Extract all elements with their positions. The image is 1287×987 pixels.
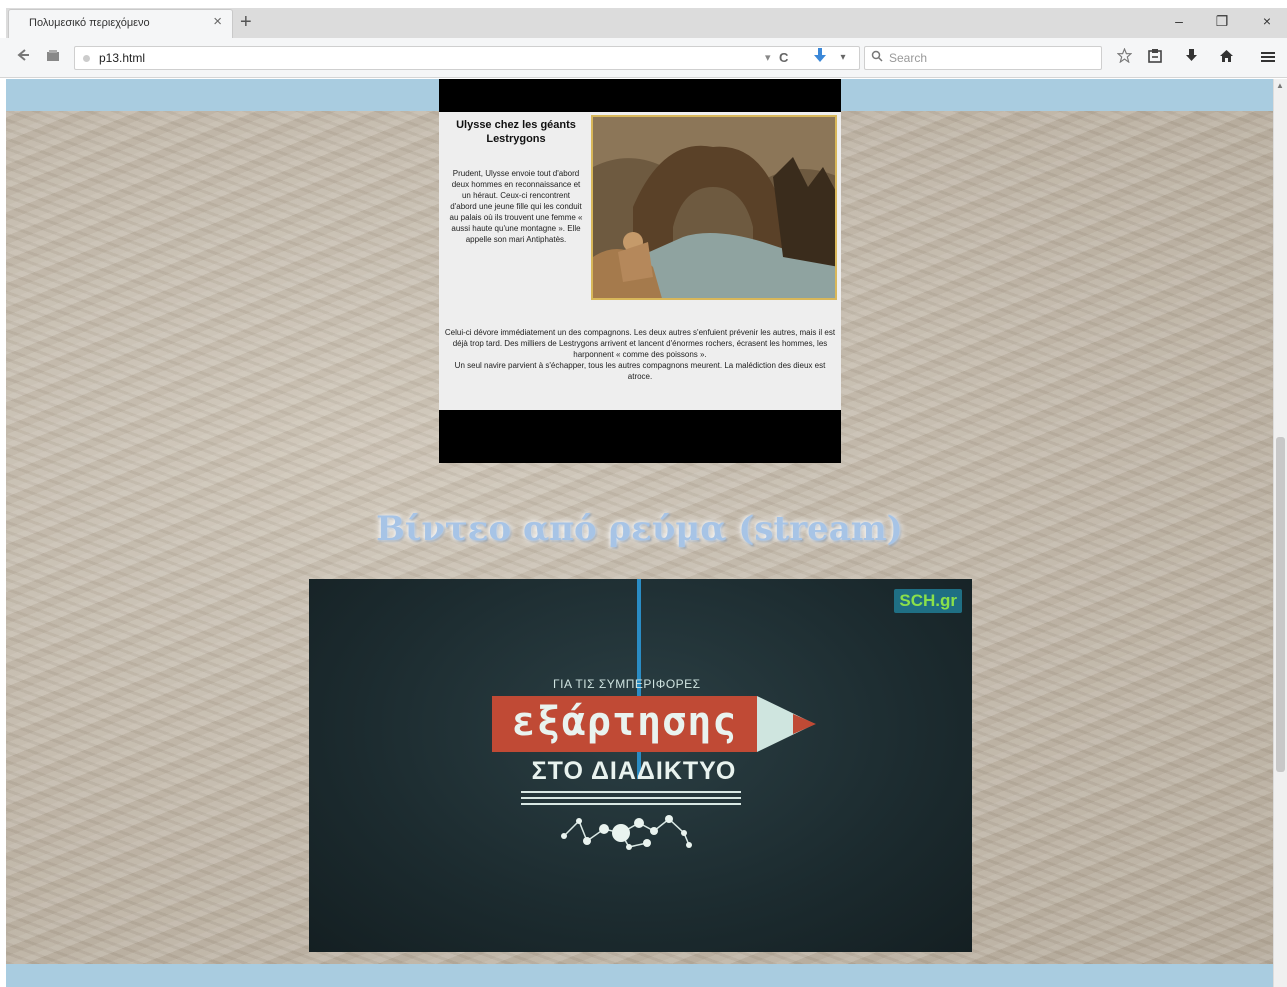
video-headline: εξάρτησης [511,699,738,745]
painting-image [591,115,837,300]
page-icon[interactable] [42,47,64,69]
tab-close-icon[interactable]: × [213,13,222,30]
divider-line [521,791,741,793]
video-kicker-text: ΓΙΑ ΤΙΣ ΣΥΜΠΕΡΙΦΟΡΕΣ [553,677,701,691]
search-bar[interactable] [864,46,1102,70]
article-title: Ulysse chez les géants Lestrygons [456,119,576,145]
maximize-icon[interactable]: ❐ [1207,10,1237,32]
tab-active[interactable]: Πολυμεσικό περιεχόμενο × [8,9,233,38]
reload-icon[interactable]: C [779,50,788,65]
library-icon[interactable] [1144,47,1166,69]
tab-title: Πολυμεσικό περιεχόμενο [29,17,150,29]
new-tab-icon[interactable]: + [240,12,252,32]
pocket-icon[interactable] [810,47,830,69]
scroll-up-icon[interactable]: ▲ [1276,81,1284,90]
pocket-dropdown-icon[interactable]: ▾ [836,47,850,69]
navigation-bar: p13.html ▾ C ▾ [0,38,1287,78]
bookmark-star-icon[interactable] [1113,47,1135,69]
minimize-icon[interactable]: – [1164,10,1194,32]
scroll-thumb[interactable] [1276,437,1285,772]
site-info-icon[interactable] [83,55,90,62]
tab-bar: Πολυμεσικό περιεχόμενο × + – ❐ × [0,0,1287,40]
url-text: p13.html [99,51,146,65]
menu-icon[interactable] [1257,47,1279,69]
divider-line [521,797,741,799]
video-player[interactable]: SCH.gr ΓΙΑ ΤΙΣ ΣΥΜΠΕΡΙΦΟΡΕΣ εξάρτησης ΣΤ… [309,579,972,952]
search-input[interactable] [889,49,1089,67]
url-dropdown-icon[interactable]: ▾ [765,51,771,64]
url-bar[interactable]: p13.html ▾ C [74,46,860,70]
article-card: Ulysse chez les géants Lestrygons Pruden… [439,79,841,463]
article-body-paragraph-2: Un seul navire parvient à s'échapper, to… [454,361,826,381]
article-intro-text: Prudent, Ulysse envoie tout d'abord deux… [449,169,583,244]
home-icon[interactable] [1215,47,1237,69]
article-body-paragraph-1: Celui-ci dévore immédiatement un des com… [444,328,836,359]
article-content: Ulysse chez les géants Lestrygons Pruden… [439,112,841,410]
sch-logo: SCH.gr [894,589,962,613]
section-title: Βίντεο από ρεύμα (stream) [376,509,903,549]
network-icon [561,815,692,850]
pencil-lead [793,714,816,734]
page-footer-band [6,964,1273,987]
back-icon[interactable] [12,47,34,69]
divider-line [521,803,741,805]
page-scrollbar[interactable]: ▲ [1273,79,1287,987]
article-body-text: Celui-ci dévore immédiatement un des com… [443,327,837,382]
search-icon [871,50,883,65]
window-close-icon[interactable]: × [1252,10,1282,32]
download-icon[interactable] [1180,47,1202,69]
page-viewport: Ulysse chez les géants Lestrygons Pruden… [6,79,1273,987]
video-subline: ΣΤΟ ΔΙΑΔΙΚΤΥΟ [531,757,737,785]
